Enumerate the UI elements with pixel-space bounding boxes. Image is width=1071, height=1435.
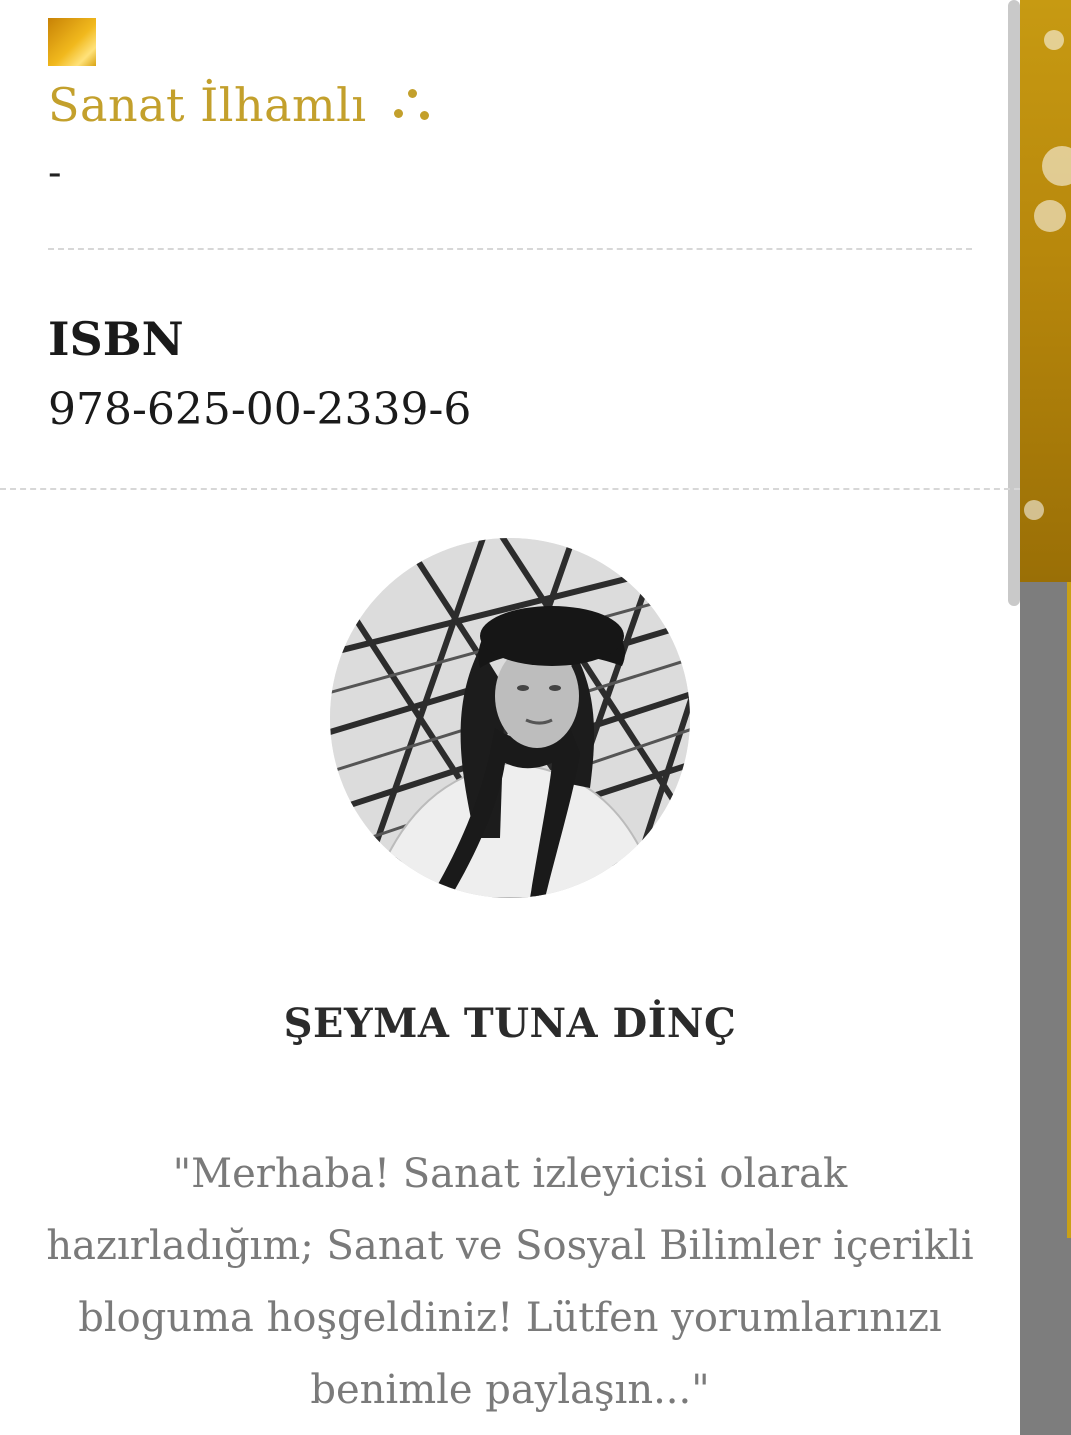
author-avatar[interactable] xyxy=(330,538,690,898)
author-name: ŞEYMA TUNA DİNÇ xyxy=(283,1000,737,1047)
background-gold-edge xyxy=(1067,582,1071,1238)
isbn-label: ISBN xyxy=(48,312,184,366)
background-dot xyxy=(1044,30,1064,50)
isbn-value: 978-625-00-2339-6 xyxy=(48,384,472,435)
divider xyxy=(0,488,1020,490)
divider xyxy=(48,248,972,250)
author-bio: "Merhaba! Sanat izleyicisi olarak hazırl… xyxy=(46,1151,974,1413)
profile-photo xyxy=(330,538,690,898)
blog-logo-icon[interactable] xyxy=(48,18,96,66)
blog-title-text: Sanat İlhamlı xyxy=(48,78,367,132)
blog-subtitle: - xyxy=(48,150,62,196)
background-gold-image xyxy=(1020,0,1071,582)
sidebar-panel: Sanat İlhamlı - ISBN 978-625-00-2339-6 Ş… xyxy=(0,0,1020,1435)
blog-title-link[interactable]: Sanat İlhamlı xyxy=(48,78,432,132)
background-dot xyxy=(1024,500,1044,520)
background-strip xyxy=(1020,0,1071,1435)
three-dots-icon xyxy=(393,89,432,123)
scrollbar-thumb[interactable] xyxy=(1008,0,1020,606)
background-dot xyxy=(1034,200,1066,232)
